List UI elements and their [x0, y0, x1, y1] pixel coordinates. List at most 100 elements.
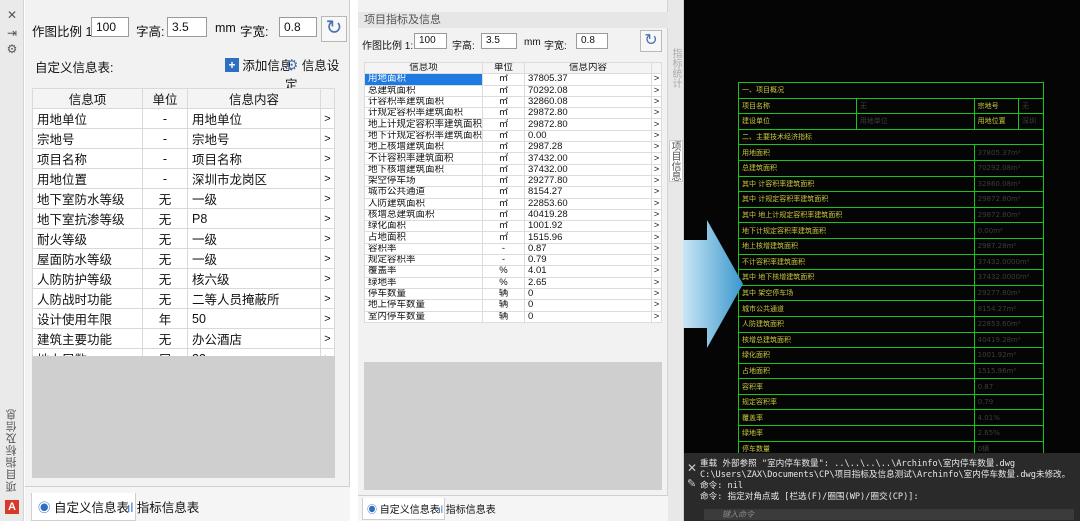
pen-icon[interactable]: ✎	[687, 477, 696, 490]
table-row[interactable]: 地上核增建筑面积㎡ 2987.28 >	[363, 141, 662, 154]
info-content-cell[interactable]: 37805.37	[524, 73, 652, 86]
tab-index-info[interactable]: ıl 指标信息表	[434, 498, 500, 519]
table-row[interactable]: 室内停车数量辆 0 >	[363, 310, 662, 323]
table-row[interactable]: 地下核增建筑面积㎡ 37432.00 >	[363, 163, 662, 176]
info-content-cell[interactable]: 0	[524, 310, 652, 323]
row-expand-button[interactable]: >	[651, 299, 662, 312]
row-expand-button[interactable]: >	[651, 242, 662, 256]
info-content-cell[interactable]: 项目名称	[187, 148, 321, 169]
add-info-button[interactable]: + 添加信息	[225, 55, 292, 73]
info-content-cell[interactable]: 22853.60	[524, 197, 652, 210]
info-content-cell[interactable]: 一级	[187, 228, 321, 249]
char-width-input[interactable]: 0.8	[576, 33, 608, 49]
info-content-cell[interactable]: 32860.08	[524, 95, 652, 109]
gear-icon[interactable]: ⚙	[5, 42, 19, 56]
table-row[interactable]: 人防建筑面积㎡ 22853.60 >	[363, 197, 662, 210]
table-row[interactable]: 绿地率% 2.65 >	[363, 276, 662, 289]
row-expand-button[interactable]: >	[651, 254, 662, 267]
row-expand-button[interactable]: >	[651, 276, 662, 289]
info-settings-button[interactable]: ⚙ 信息设定	[285, 55, 349, 93]
scale-input[interactable]: 100	[414, 33, 447, 49]
close-icon[interactable]: ✕	[5, 8, 19, 22]
table-row[interactable]: 耐火等级无一级 >	[32, 228, 335, 249]
table-row[interactable]: 人防战时功能无二等人员掩蔽所 >	[32, 288, 335, 309]
table-row[interactable]: 屋面防水等级无一级 >	[32, 248, 335, 269]
row-expand-button[interactable]: >	[651, 174, 662, 188]
row-expand-button[interactable]: >	[651, 73, 662, 86]
table-row[interactable]: 项目名称 - 项目名称 >	[32, 148, 335, 169]
row-expand-button[interactable]: >	[651, 287, 662, 301]
char-height-input[interactable]: 3.5	[167, 17, 207, 37]
info-content-cell[interactable]: 29872.80	[524, 107, 652, 120]
info-content-cell[interactable]: 70292.08	[524, 84, 652, 97]
row-expand-button[interactable]: >	[651, 118, 662, 131]
info-content-cell[interactable]: 宗地号	[187, 128, 321, 149]
table-row[interactable]: 计容积率建筑面积㎡ 32860.08 >	[363, 95, 662, 109]
command-input[interactable]: 键入命令	[704, 509, 1074, 520]
table-row[interactable]: 容积率 -0.87 >	[363, 242, 662, 256]
row-expand-button[interactable]: >	[320, 248, 335, 269]
side-tab-info[interactable]: 项目信息	[669, 140, 683, 182]
table-row[interactable]: 不计容积率建筑面积㎡ 37432.00 >	[363, 152, 662, 165]
info-content-cell[interactable]: P8	[187, 208, 321, 229]
refresh-button[interactable]: ↻	[321, 16, 347, 42]
row-expand-button[interactable]: >	[320, 308, 335, 329]
tab-index-info[interactable]: ıl 指标信息表	[121, 493, 205, 520]
table-row[interactable]: 总建筑面积㎡ 70292.08 >	[363, 84, 662, 97]
row-expand-button[interactable]: >	[320, 288, 335, 309]
info-content-cell[interactable]: 0.87	[524, 242, 652, 256]
info-content-cell[interactable]: 一级	[187, 248, 321, 269]
row-expand-button[interactable]: >	[320, 148, 335, 169]
info-content-cell[interactable]: 1001.92	[524, 220, 652, 233]
scale-input[interactable]: 100	[91, 17, 129, 37]
info-content-cell[interactable]: 29872.80	[524, 118, 652, 131]
table-row[interactable]: 覆盖率% 4.01 >	[363, 265, 662, 278]
row-expand-button[interactable]: >	[651, 129, 662, 143]
info-content-cell[interactable]: 40419.28	[524, 208, 652, 222]
info-content-cell[interactable]: 一级	[187, 188, 321, 209]
info-content-cell[interactable]: 2987.28	[524, 141, 652, 154]
table-row[interactable]: 城市公共通道㎡ 8154.27 >	[363, 186, 662, 199]
table-row[interactable]: 建筑主要功能无办公酒店 >	[32, 328, 335, 349]
row-expand-button[interactable]: >	[320, 328, 335, 349]
table-row[interactable]: 计规定容积率建筑面积㎡ 29872.80 >	[363, 107, 662, 120]
char-height-input[interactable]: 3.5	[481, 33, 517, 49]
info-content-cell[interactable]: 2.65	[524, 276, 652, 289]
info-content-cell[interactable]: 1515.96	[524, 231, 652, 244]
table-row[interactable]: 地上计规定容积率建筑面积㎡ 29872.80 >	[363, 118, 662, 131]
refresh-button[interactable]: ↻	[640, 30, 662, 52]
row-expand-button[interactable]: >	[651, 208, 662, 222]
close-icon[interactable]: ✕	[687, 461, 697, 475]
info-content-cell[interactable]: 二等人员掩蔽所	[187, 288, 321, 309]
table-row[interactable]: 地上停车数量辆 0 >	[363, 299, 662, 312]
side-tab-index[interactable]: 指标统计	[669, 48, 683, 88]
info-content-cell[interactable]: 0	[524, 287, 652, 301]
row-expand-button[interactable]: >	[651, 220, 662, 233]
collapse-icon[interactable]: ⇥	[5, 26, 19, 40]
table-row[interactable]: 地下室抗渗等级无 P8 >	[32, 208, 335, 229]
table-row[interactable]: 设计使用年限年 50 >	[32, 308, 335, 329]
info-content-cell[interactable]: 0.00	[524, 129, 652, 143]
row-expand-button[interactable]: >	[320, 188, 335, 209]
table-row[interactable]: 宗地号 - 宗地号 >	[32, 128, 335, 149]
table-row[interactable]: 用地位置 - 深圳市龙岗区 >	[32, 168, 335, 189]
table-row[interactable]: 规定容积率 -0.79 >	[363, 254, 662, 267]
table-row[interactable]: 占地面积㎡ 1515.96 >	[363, 231, 662, 244]
row-expand-button[interactable]: >	[651, 107, 662, 120]
info-content-cell[interactable]: 核六级	[187, 268, 321, 289]
info-content-cell[interactable]: 37432.00	[524, 163, 652, 176]
info-content-cell[interactable]: 4.01	[524, 265, 652, 278]
row-expand-button[interactable]: >	[651, 141, 662, 154]
row-expand-button[interactable]: >	[651, 265, 662, 278]
info-content-cell[interactable]: 深圳市龙岗区	[187, 168, 321, 189]
row-expand-button[interactable]: >	[651, 152, 662, 165]
table-row[interactable]: 用地面积㎡ 37805.37 >	[363, 73, 662, 86]
row-expand-button[interactable]: >	[651, 197, 662, 210]
info-content-cell[interactable]: 0.79	[524, 254, 652, 267]
row-expand-button[interactable]: >	[651, 163, 662, 176]
row-expand-button[interactable]: >	[320, 228, 335, 249]
table-row[interactable]: 架空停车场㎡ 29277.80 >	[363, 174, 662, 188]
info-content-cell[interactable]: 29277.80	[524, 174, 652, 188]
row-expand-button[interactable]: >	[320, 128, 335, 149]
info-content-cell[interactable]: 8154.27	[524, 186, 652, 199]
